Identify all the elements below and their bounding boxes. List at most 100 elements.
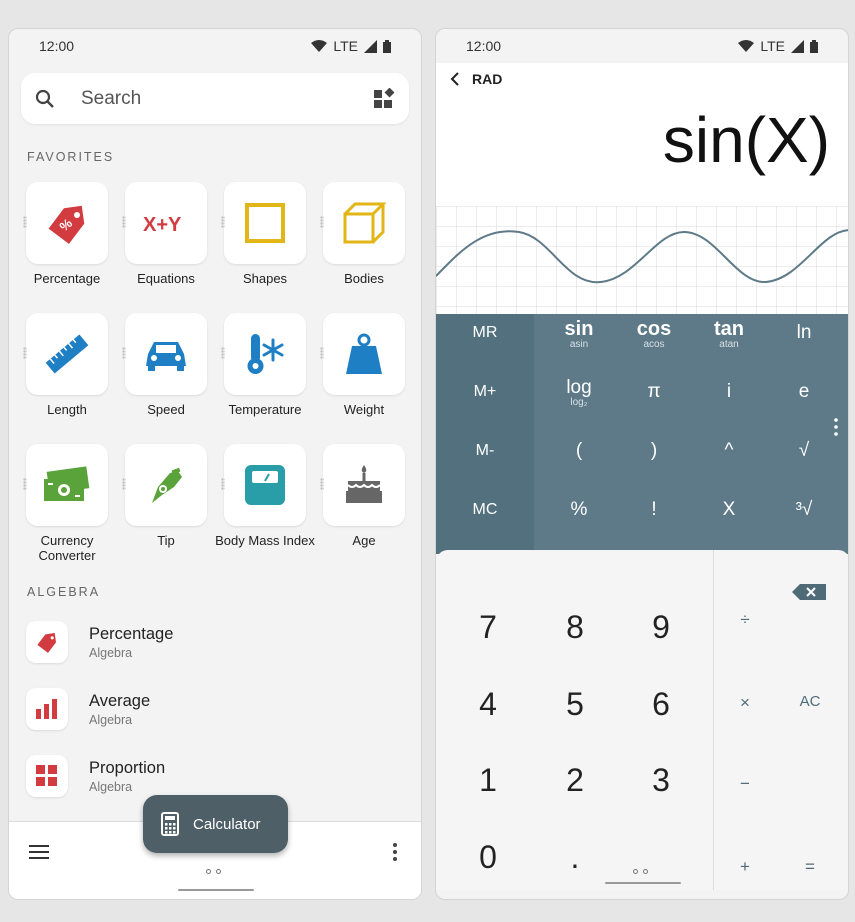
scientific-key-label: e [798,381,810,402]
widgets-icon[interactable] [373,87,395,110]
operator-key[interactable]: − [725,774,765,794]
list-item-proportion[interactable]: Proportion Algebra [26,755,165,797]
operator-key[interactable]: = [790,857,830,877]
scientific-key-sublabel: atan [719,339,739,350]
digit-key[interactable]: 6 [631,686,691,723]
scientific-key[interactable]: log log₂ [549,377,609,408]
favorite-length[interactable]: Length [23,313,108,417]
digit-key[interactable]: 9 [631,609,691,646]
page-indicator [206,869,226,877]
search-bar[interactable]: Search [21,73,409,124]
percentage-tag-icon: % [48,205,85,244]
signal-icon [791,39,804,53]
scientific-key-label: sin [564,318,594,340]
list-item-title: Average [89,691,151,710]
expression-display: sin(X) [662,104,830,176]
favorite-label: Shapes [242,271,288,286]
list-item-subtitle: Algebra [89,779,133,794]
scientific-key[interactable]: π [624,381,684,403]
scientific-key-sublabel: asin [569,339,589,350]
cube-icon [343,202,386,244]
more-vert-icon[interactable] [833,418,839,436]
more-vert-icon[interactable] [392,843,398,861]
cake-icon [346,465,382,503]
scientific-key-label: X [722,499,736,520]
scientific-key[interactable]: X [699,499,759,521]
digit-key[interactable]: 3 [631,762,691,799]
digit-key[interactable]: 4 [458,686,518,723]
number-keypad: 7 8 9 4 5 6 1 2 3 0. ÷ × AC − + = [436,550,848,890]
scientific-key-label: ln [796,322,812,343]
memory-key-label: MC [472,501,498,518]
scientific-key[interactable]: ( [549,440,609,462]
network-label: LTE [333,38,358,54]
menu-icon[interactable] [29,844,49,860]
operator-key[interactable]: × [725,693,765,713]
calculator-fab[interactable]: Calculator [143,795,288,853]
car-icon [146,342,186,371]
scientific-key[interactable]: ) [624,440,684,462]
favorite-tip[interactable]: Tip [122,444,207,548]
wifi-icon [311,40,328,52]
backspace-icon[interactable] [792,584,826,600]
scientific-key-label: tan [714,318,744,340]
signal-icon [364,39,377,53]
favorite-body-mass-index[interactable]: Body Mass Index [215,444,315,548]
percentage-tag-icon [37,633,57,653]
memory-key-label: M- [475,442,495,459]
scientific-key[interactable]: e [774,381,834,403]
memory-key[interactable]: MC [455,501,515,519]
memory-key[interactable]: MR [455,324,515,342]
favorite-shapes[interactable]: Shapes [221,182,306,286]
ruler-icon [45,334,89,374]
favorite-currency-converter[interactable]: Currency Converter [23,444,108,563]
scientific-key[interactable]: ^ [699,440,759,462]
scientific-key-label: cos [636,318,672,340]
memory-key[interactable]: M+ [455,383,515,401]
scientific-key[interactable]: ³√ [774,499,834,521]
favorite-equations[interactable]: X+Y Equations [122,182,207,286]
scientific-key[interactable]: √ [774,440,834,462]
digit-key[interactable]: 5 [545,686,605,723]
favorite-speed[interactable]: Speed [122,313,207,417]
operator-key[interactable]: ÷ [725,610,765,630]
list-item-subtitle: Algebra [89,645,133,660]
search-input[interactable]: Search [81,88,373,110]
scientific-key[interactable]: i [699,381,759,403]
scientific-key[interactable]: sin asin [549,318,609,350]
favorite-label: Percentage [33,271,101,286]
scientific-key[interactable]: cos acos [624,318,684,350]
operator-key[interactable]: AC [790,693,830,710]
list-item-percentage[interactable]: Percentage Algebra [26,621,173,663]
scientific-key[interactable]: % [549,499,609,521]
favorites-heading: FAVORITES [27,150,115,164]
status-time: 12:00 [39,38,75,54]
favorite-temperature[interactable]: Temperature [221,313,306,417]
battery-icon [383,39,391,53]
back-arrow-icon[interactable] [450,72,460,86]
function-graph[interactable] [436,206,848,314]
list-item-title: Proportion [89,758,166,777]
favorite-bodies[interactable]: Bodies [320,182,405,286]
scientific-key-label: ^ [724,440,734,461]
list-item-average[interactable]: Average Algebra [26,688,150,730]
favorite-label: Equations [137,271,195,286]
favorite-percentage[interactable]: % Percentage [23,182,108,286]
scientific-key[interactable]: tan atan [699,318,759,350]
home-indicator [605,882,681,884]
scientific-key[interactable]: ln [774,322,834,344]
digit-key[interactable]: 7 [458,609,518,646]
memory-key[interactable]: M- [455,442,515,460]
digit-key[interactable]: 2 [545,762,605,799]
angle-mode-toggle[interactable]: RAD [472,71,502,87]
favorite-age[interactable]: Age [320,444,405,548]
digit-key[interactable]: 0 [458,839,518,876]
favorite-label: Body Mass Index [215,533,315,548]
scientific-key-sublabel: log₂ [570,397,588,408]
digit-key[interactable]: . [545,839,605,876]
digit-key[interactable]: 1 [458,762,518,799]
scientific-key[interactable]: ! [624,499,684,521]
favorite-weight[interactable]: Weight [320,313,405,417]
digit-key[interactable]: 8 [545,609,605,646]
operator-key[interactable]: + [725,857,765,877]
